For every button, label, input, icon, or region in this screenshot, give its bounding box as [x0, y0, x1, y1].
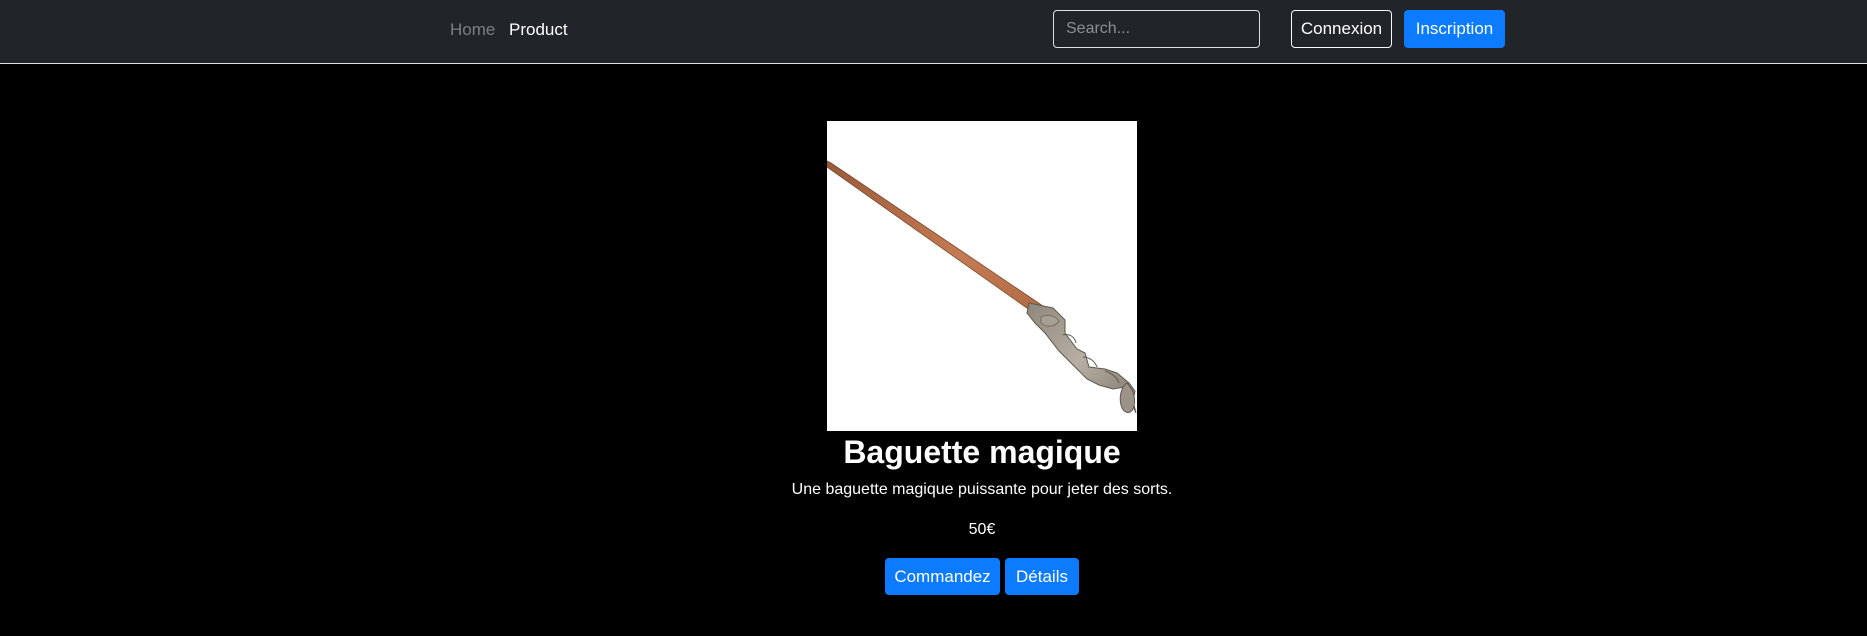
login-button[interactable]: Connexion — [1291, 10, 1392, 48]
magic-wand-icon — [827, 160, 1137, 414]
signup-button[interactable]: Inscription — [1404, 10, 1505, 48]
nav-link-product[interactable]: Product — [509, 20, 568, 40]
details-button[interactable]: Détails — [1005, 558, 1079, 595]
product-description: Une baguette magique puissante pour jete… — [791, 481, 1173, 498]
product-image — [827, 121, 1137, 431]
search-input[interactable] — [1053, 10, 1260, 48]
product-price: 50€ — [968, 521, 996, 538]
product-title: Baguette magique — [843, 434, 1121, 470]
nav-link-home[interactable]: Home — [450, 20, 495, 40]
order-button[interactable]: Commandez — [885, 558, 1000, 595]
top-navbar: Home Product Connexion Inscription — [0, 0, 1867, 64]
